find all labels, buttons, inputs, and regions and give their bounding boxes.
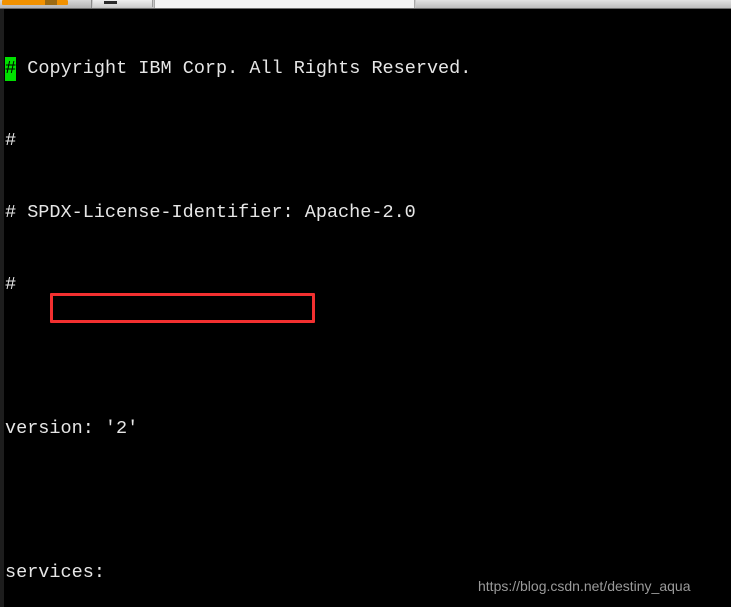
window-titlebar-panel[interactable] (154, 0, 415, 8)
screen-root: # Copyright IBM Corp. All Rights Reserve… (0, 0, 731, 607)
taskbar-button-secondary[interactable] (93, 0, 153, 7)
taskbar-right-region[interactable] (416, 0, 731, 8)
terminal-line-1: # (5, 130, 17, 151)
minimize-icon[interactable] (104, 1, 117, 4)
taskbar-app-icon (45, 0, 57, 5)
terminal-line-2: # SPDX-License-Identifier: Apache-2.0 (5, 202, 416, 223)
terminal-line-0: # Copyright IBM Corp. All Rights Reserve… (4, 57, 731, 81)
terminal-line-5: version: '2' (5, 418, 139, 439)
terminal-text-area[interactable]: # Copyright IBM Corp. All Rights Reserve… (4, 9, 731, 607)
terminal-line-3: # (5, 274, 17, 295)
terminal-line-0-text: Copyright IBM Corp. All Rights Reserved. (16, 58, 472, 79)
terminal-line-6 (4, 489, 731, 513)
terminal-cursor: # (5, 57, 17, 81)
terminal-line-4 (4, 345, 731, 369)
taskbar-button-active[interactable] (0, 0, 92, 8)
taskbar-app-highlight (2, 0, 68, 5)
watermark-text: https://blog.csdn.net/destiny_aqua (478, 578, 691, 594)
window-taskbar-strip[interactable] (0, 0, 731, 9)
